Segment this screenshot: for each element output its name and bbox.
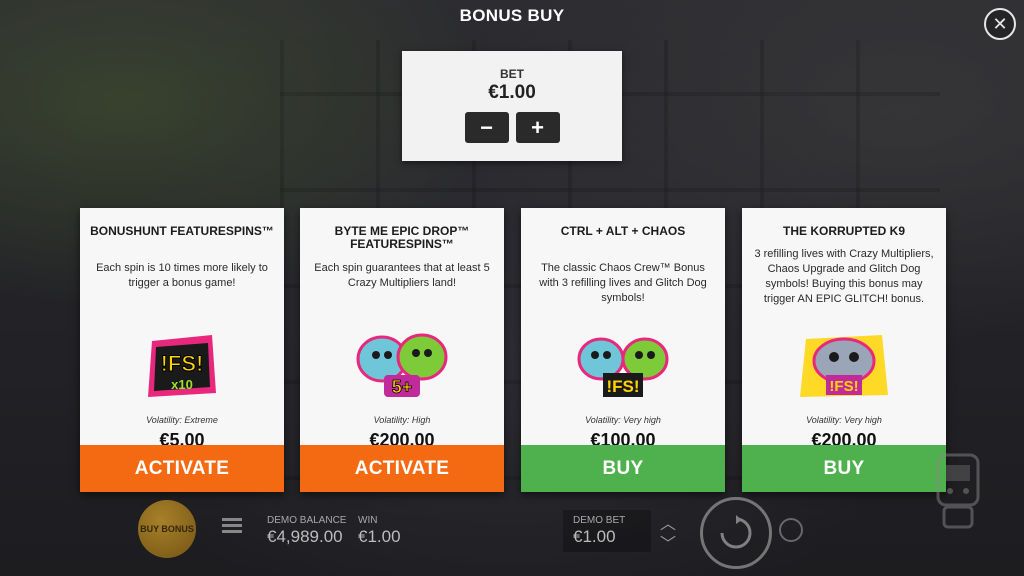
bonus-card-ctrl-alt-chaos: CTRL + ALT + CHAOS The classic Chaos Cre… [521, 208, 725, 492]
activate-button[interactable]: ACTIVATE [300, 445, 504, 492]
dialog-title: BONUS BUY [459, 6, 565, 25]
demo-balance-label: DEMO BALANCE [267, 515, 347, 526]
card-description: The classic Chaos Crew™ Bonus with 3 ref… [539, 262, 707, 304]
close-icon[interactable]: ✕ [984, 8, 1016, 40]
card-description: Each spin guarantees that at least 5 Cra… [314, 262, 490, 289]
buy-button[interactable]: BUY [521, 445, 725, 492]
menu-icon[interactable] [222, 518, 242, 534]
korrupted-k9-art-icon: !FS! [742, 323, 946, 409]
card-volatility: Volatility: Very high [806, 415, 882, 425]
win-value: €1.00 [358, 527, 401, 546]
card-volatility: Volatility: Extreme [146, 415, 218, 425]
activate-button[interactable]: ACTIVATE [80, 445, 284, 492]
card-volatility: Volatility: Very high [585, 415, 661, 425]
card-title: THE KORRUPTED K9 [782, 224, 905, 238]
bet-increase-button[interactable]: + [515, 112, 560, 143]
card-title: CTRL + ALT + CHAOS [560, 224, 686, 238]
bet-value: €1.00 [488, 82, 536, 103]
autoplay-icon[interactable] [779, 518, 803, 542]
demo-balance-value: €4,989.00 [267, 527, 343, 546]
demo-bet-value: €1.00 [573, 527, 616, 546]
demo-bet-label: DEMO BET [573, 515, 626, 526]
card-art-text: !FS! [829, 378, 858, 395]
bonus-card-byte-me: BYTE ME EPIC DROP™ FEATURESPINS™ Each sp… [300, 208, 504, 492]
card-art-subtext: x10 [171, 377, 193, 392]
buy-button[interactable]: BUY [742, 445, 946, 492]
card-title: BYTE ME EPIC DROP™ FEATURESPINS™ [334, 224, 470, 251]
spin-button[interactable] [700, 497, 772, 569]
bet-decrease-button[interactable]: − [464, 112, 509, 143]
card-title: BONUSHUNT FEATURESPINS™ [90, 224, 274, 238]
bet-controls: − + [402, 112, 622, 143]
bonus-card-bonushunt: BONUSHUNT FEATURESPINS™ Each spin is 10 … [80, 208, 284, 492]
bonushunt-art-icon: !FS! x10 [80, 323, 284, 409]
card-art-text: 5+ [392, 377, 413, 397]
bet-label: BET [500, 67, 524, 81]
spin-icon [720, 515, 752, 549]
bonus-card-korrupted-k9: THE KORRUPTED K9 3 refilling lives with … [742, 208, 946, 492]
card-art-text: !FS! [161, 351, 204, 376]
card-description: Each spin is 10 times more likely to tri… [96, 262, 268, 289]
byte-me-art-icon: 5+ [300, 323, 504, 409]
card-art-text: !FS! [606, 377, 639, 396]
buy-bonus-button[interactable]: BUY BONUS [138, 500, 196, 558]
card-description: 3 refilling lives with Crazy Multipliers… [754, 248, 934, 305]
chaos-art-icon: !FS! [521, 323, 725, 409]
chevron-down-icon[interactable]: ﹀ [660, 530, 676, 554]
card-volatility: Volatility: High [373, 415, 431, 425]
bet-panel: BET €1.00 − + [402, 51, 622, 161]
win-label: WIN [358, 515, 378, 526]
mascot-icon [920, 445, 1000, 535]
